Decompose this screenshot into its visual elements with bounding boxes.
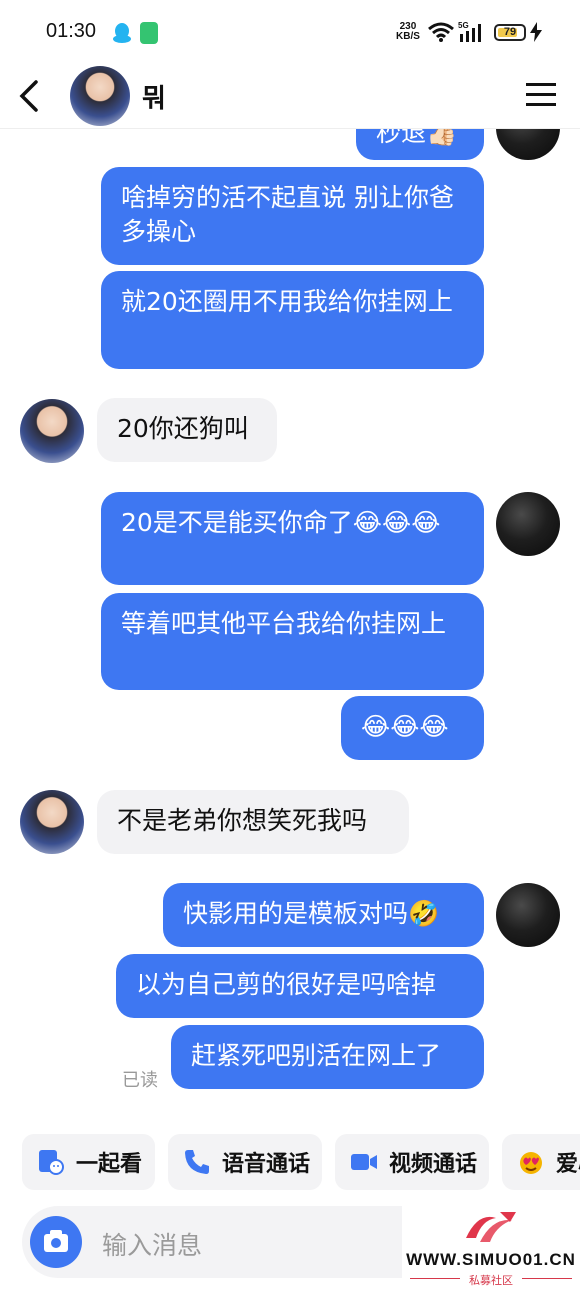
menu-icon[interactable] bbox=[524, 78, 558, 112]
camera-button[interactable] bbox=[30, 1216, 82, 1268]
quick-actions: 一起看 语音通话 视频通话 爱心 bbox=[0, 1134, 580, 1194]
message-text: 就20还圈用不用我给你挂网上 bbox=[121, 287, 453, 316]
video-call-button[interactable]: 视频通话 bbox=[335, 1134, 489, 1190]
message-text: 不是老弟你想笑死我吗 bbox=[117, 806, 368, 835]
status-time: 01:30 bbox=[46, 20, 97, 42]
message-text: 啥掉穷的活不起直说 别让你爸多操心 bbox=[121, 183, 454, 246]
my-avatar[interactable] bbox=[496, 492, 560, 556]
heart-face-icon bbox=[520, 1152, 542, 1174]
message-bubble[interactable]: 以为自己剪的很好是吗啥掉 bbox=[116, 954, 484, 1018]
watch-together-button[interactable]: 一起看 bbox=[22, 1134, 155, 1190]
message-bubble[interactable]: 秒退👍🏻 bbox=[356, 128, 484, 160]
message-text: 快影用的是模板对吗🤣 bbox=[183, 899, 440, 928]
divider bbox=[522, 1278, 572, 1279]
wifi-icon bbox=[428, 22, 454, 42]
action-label: 语音通话 bbox=[222, 1152, 311, 1177]
network-speed-unit: KB/S bbox=[396, 31, 420, 42]
status-bar: 01:30 230 KB/S 5G 79 bbox=[0, 0, 580, 64]
phone-icon bbox=[185, 1150, 209, 1174]
love-button[interactable]: 爱心 bbox=[502, 1134, 580, 1190]
action-label: 一起看 bbox=[76, 1152, 143, 1177]
watermark-logo-icon bbox=[466, 1212, 516, 1242]
message-text: 秒退👍🏻 bbox=[376, 128, 458, 147]
chat-area[interactable]: 秒退👍🏻 啥掉穷的活不起直说 别让你爸多操心 就20还圈用不用我给你挂网上 20… bbox=[0, 128, 580, 1128]
back-arrow-icon[interactable] bbox=[14, 76, 46, 116]
action-label: 爱心 bbox=[556, 1152, 580, 1177]
message-text: 20你还狗叫 bbox=[117, 414, 249, 443]
camera-icon bbox=[44, 1230, 68, 1252]
video-icon bbox=[351, 1154, 377, 1170]
watermark-subtitle: 私募社区 bbox=[469, 1274, 513, 1287]
battery-indicator: 79 bbox=[494, 24, 526, 41]
message-input[interactable]: 输入消息 bbox=[102, 1226, 202, 1262]
watch-together-icon bbox=[39, 1150, 64, 1175]
message-text: 20是不是能买你命了😂😂😂 bbox=[121, 508, 441, 537]
read-receipt: 已读 bbox=[122, 1070, 158, 1091]
message-text: 等着吧其他平台我给你挂网上 bbox=[121, 609, 447, 638]
message-text: 赶紧死吧别活在网上了 bbox=[191, 1041, 442, 1070]
message-bubble[interactable]: 不是老弟你想笑死我吗 bbox=[97, 790, 409, 854]
battery-level: 79 bbox=[503, 26, 517, 38]
voice-call-button[interactable]: 语音通话 bbox=[168, 1134, 322, 1190]
contact-avatar[interactable] bbox=[70, 66, 130, 126]
network-speed: 230 KB/S bbox=[396, 22, 420, 42]
message-bubble[interactable]: 赶紧死吧别活在网上了 bbox=[171, 1025, 484, 1089]
message-bubble[interactable]: 就20还圈用不用我给你挂网上 bbox=[101, 271, 484, 369]
watermark: WWW.SIMUO01.CN 私募社区 bbox=[402, 1206, 580, 1289]
charging-icon bbox=[530, 22, 542, 42]
message-bubble[interactable]: 20是不是能买你命了😂😂😂 bbox=[101, 492, 484, 585]
message-text: 以为自己剪的很好是吗啥掉 bbox=[136, 970, 437, 999]
my-avatar[interactable] bbox=[496, 128, 560, 160]
qq-penguin-icon bbox=[113, 23, 131, 43]
message-bubble[interactable]: 😂😂😂 bbox=[341, 696, 484, 760]
message-bubble[interactable]: 啥掉穷的活不起直说 别让你爸多操心 bbox=[101, 167, 484, 265]
contact-avatar[interactable] bbox=[20, 790, 84, 854]
watermark-url: WWW.SIMUO01.CN bbox=[406, 1250, 576, 1269]
message-text: 😂😂😂 bbox=[361, 712, 449, 741]
app-notification-icon bbox=[140, 22, 158, 44]
message-bubble[interactable]: 等着吧其他平台我给你挂网上 bbox=[101, 593, 484, 690]
action-label: 视频通话 bbox=[389, 1152, 478, 1177]
network-type: 5G bbox=[458, 21, 469, 30]
contact-avatar[interactable] bbox=[20, 399, 84, 463]
my-avatar[interactable] bbox=[496, 883, 560, 947]
message-bubble[interactable]: 快影用的是模板对吗🤣 bbox=[163, 883, 484, 947]
contact-name[interactable]: 뭐 bbox=[142, 78, 166, 115]
message-bubble[interactable]: 20你还狗叫 bbox=[97, 398, 277, 462]
cellular-signal-icon: 5G bbox=[458, 21, 481, 42]
chat-header: 뭐 bbox=[0, 64, 580, 129]
